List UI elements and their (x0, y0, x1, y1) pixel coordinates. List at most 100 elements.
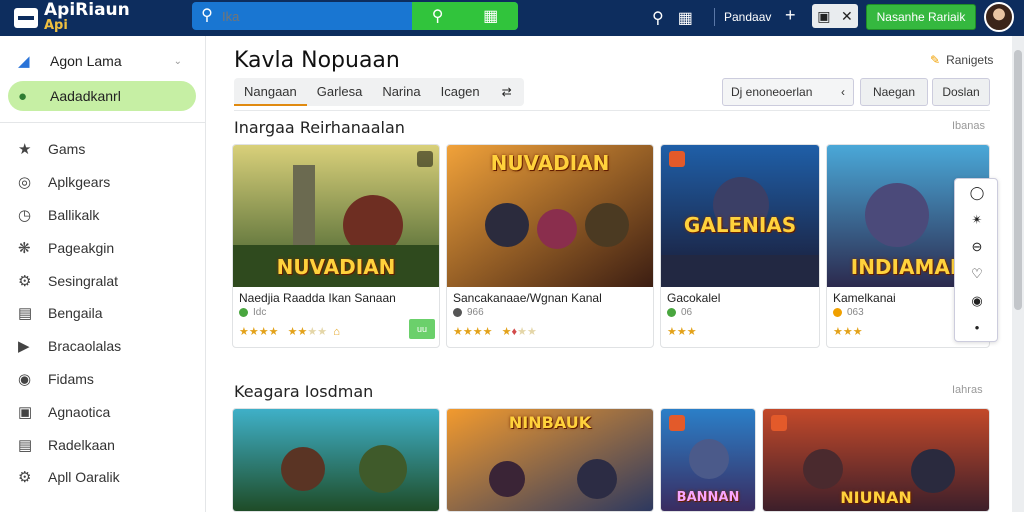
install-button[interactable]: uu (409, 319, 435, 339)
magnifier-icon[interactable]: ⚲ (652, 8, 664, 28)
settings-icon: ❋ (18, 239, 31, 257)
star-rating: ★★★★ ★★★★ ⌂ (239, 326, 340, 338)
more-tabs-icon[interactable]: ⇄ (490, 78, 524, 106)
clock-icon: ◷ (18, 206, 32, 224)
tab-1[interactable]: Garlesa (307, 78, 373, 106)
tab-3[interactable]: Icagen (431, 78, 490, 106)
sidebar-item-favorites[interactable]: ◉ Fidams (18, 363, 121, 396)
apps-grid-icon[interactable]: ▦ (678, 8, 693, 28)
card-meta-value: 06 (681, 307, 693, 318)
home-icon: ● (18, 87, 28, 105)
chevron-down-icon[interactable]: ⌄ (174, 56, 182, 67)
main-content: Kavla Nopuaan ✎ Ranigets Nangaan Garlesa … (206, 36, 1012, 512)
sidebar-item-label: Gams (48, 141, 86, 158)
top-right-link[interactable]: ✎ Ranigets (930, 53, 993, 67)
close-icon[interactable]: ✕ (841, 8, 853, 25)
top-bar: ApiRiaun Api ⚲ ⚲ ▦ ⚲ ▦ Pandaav + ▣ ✕ Nas… (0, 0, 1024, 36)
game-cover-image: NUVADIAN (447, 145, 653, 287)
sidebar-item-home[interactable]: ● Aadadkanrl (8, 81, 196, 111)
heart-icon[interactable]: ♡ (955, 260, 999, 287)
card-title: Sancakanaae/Wgnan Kanal (453, 291, 602, 305)
card-banner: BANNAN (676, 490, 740, 505)
search-icon: ⚲ (431, 8, 444, 25)
game-card[interactable]: NUVADIAN Sancakanaae/Wgnan Kanal 966 ★★★… (446, 144, 654, 348)
sidebar-item-label: Aplkgears (48, 174, 111, 191)
section-more-link[interactable]: Iahras (952, 384, 983, 396)
sidebar-item-reports[interactable]: ▤ Radelkaan (18, 428, 121, 461)
section-title: Keagara Iosdman (234, 382, 374, 401)
arrow-icon: ▶ (18, 338, 30, 356)
cog-icon: ⚙ (18, 469, 32, 487)
sidebar-item-apps[interactable]: ◎ Aplkgears (18, 166, 121, 199)
monitor-icon: ▣ (18, 403, 33, 421)
status-dot-icon (239, 308, 248, 317)
search-icon[interactable]: ⚲ (192, 2, 222, 30)
tab-0[interactable]: Nangaan (234, 78, 307, 106)
sidebar-item-agon[interactable]: ◢ Agon Lama ⌄ (8, 46, 196, 76)
game-card[interactable]: GALENIAS Gacokalel 06 ★★★ (660, 144, 820, 348)
star-rating: ★★★★ ★♦★★ (453, 326, 537, 338)
card-meta: Idc (239, 307, 266, 318)
game-card[interactable] (232, 408, 440, 512)
filter-button-2[interactable]: Doslan (932, 78, 990, 106)
tab-2[interactable]: Narina (372, 78, 430, 106)
filter-select-value: Dj enoneoerlan (731, 85, 813, 99)
filter-select[interactable]: Dj enoneoerlan ‹ (722, 78, 854, 106)
logo-subtitle: Api (44, 18, 68, 33)
scrollbar-thumb[interactable] (1014, 50, 1022, 310)
dot-icon[interactable]: • (955, 314, 999, 341)
card-banner: NIUNAN (840, 488, 912, 507)
card-title: Gacokalel (667, 291, 721, 305)
badge-icon (669, 415, 685, 431)
game-cover-image: GALENIAS (661, 145, 819, 287)
tab-bar: Nangaan Garlesa Narina Icagen ⇄ (234, 78, 524, 106)
sidebar-item-label: Pageakgin (48, 239, 115, 256)
plus-icon[interactable]: + (785, 5, 796, 26)
sidebar: ◢ Agon Lama ⌄ ● Aadadkanrl ★ Gams ◎ Aplkge… (0, 36, 206, 512)
scrollbar[interactable] (1012, 36, 1024, 512)
search-button[interactable]: ⚲ ▦ (412, 2, 518, 30)
sidebar-item-monitor[interactable]: ▣ Agnaotica (18, 395, 121, 428)
divider (0, 122, 206, 123)
app-logo[interactable]: ApiRiaun Api (14, 2, 130, 33)
sidebar-item-downloads[interactable]: ▶ Bracaolalas (18, 330, 121, 363)
sidebar-item-label: Aadadkanrl (50, 88, 121, 104)
minus-icon[interactable]: ⊖ (955, 233, 999, 260)
sidebar-item-games[interactable]: ★ Gams (18, 133, 121, 166)
nav-label[interactable]: Pandaav (724, 10, 771, 24)
card-meta: 063 (833, 307, 864, 318)
sidebar-item-label: Agon Lama (50, 53, 122, 69)
card-banner: NUVADIAN (490, 151, 610, 175)
sidebar-item-app-settings[interactable]: ⚙ Apll Oaralik (18, 461, 121, 494)
filter-button-1[interactable]: Naegan (860, 78, 928, 106)
sidebar-item-settings[interactable]: ⚙ Sesingralat (18, 264, 121, 297)
card-banner: NUVADIAN (276, 255, 396, 279)
circle-icon[interactable]: ◉ (955, 287, 999, 314)
card-meta: 966 (453, 307, 484, 318)
logo-icon (14, 8, 38, 28)
top-right-link-label: Ranigets (946, 53, 994, 67)
game-card[interactable]: BANNAN (660, 408, 756, 512)
badge-icon (417, 151, 433, 167)
sidebar-item-library[interactable]: ▤ Bengaila (18, 297, 121, 330)
pin-icon: ◉ (18, 370, 32, 388)
sidebar-item-label: Sesingralat (48, 272, 119, 289)
badge-icon (771, 415, 787, 431)
search-input[interactable] (222, 2, 412, 30)
section-more-link[interactable]: Ibanas (952, 120, 985, 132)
avatar[interactable] (984, 2, 1014, 32)
card-banner: GALENIAS (683, 213, 797, 237)
shield-icon[interactable]: ◯ (955, 179, 999, 206)
game-card[interactable]: NIUNAN (762, 408, 990, 512)
share-icon[interactable]: ✴ (955, 206, 999, 233)
cta-button[interactable]: Nasanhe Rariaik (866, 4, 976, 30)
card-meta: 06 (667, 307, 692, 318)
sidebar-item-label: Ballikalk (48, 206, 100, 223)
game-card[interactable]: NINBAUK (446, 408, 654, 512)
sidebar-item-recent[interactable]: ◷ Ballikalk (18, 199, 121, 232)
game-card[interactable]: NUVADIAN Naedjia Raadda Ikan Sanaan Idc … (232, 144, 440, 348)
sidebar-item-packages[interactable]: ❋ Pageakgin (18, 231, 121, 264)
card-title: Naedjia Raadda Ikan Sanaan (239, 291, 396, 305)
status-dot-icon (453, 308, 462, 317)
restore-icon[interactable]: ▣ (817, 8, 830, 25)
